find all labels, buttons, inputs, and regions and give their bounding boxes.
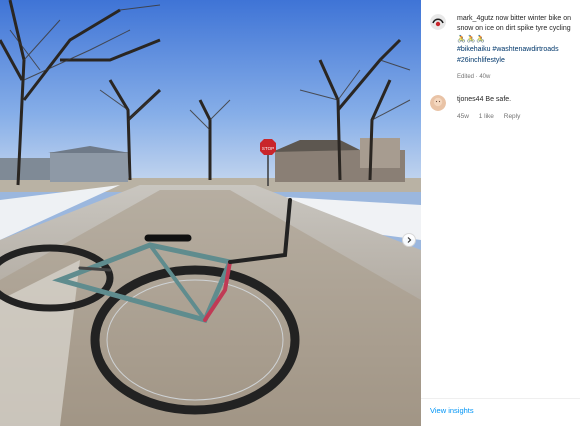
post-photo: STOP — [0, 0, 421, 426]
comment-likes-link[interactable]: 1 like — [479, 113, 494, 120]
comment-text: Be safe. — [485, 96, 512, 103]
caption: mark_4gutz now bitter winter bike on sno… — [430, 14, 578, 82]
caption-emojis: 🚴🚴🚴 — [457, 35, 487, 43]
avatar[interactable] — [430, 14, 446, 30]
view-insights-link[interactable]: View insights — [430, 406, 474, 415]
comment-time: 45w — [457, 113, 469, 121]
post-image: STOP — [0, 0, 421, 426]
caption-meta: Edited · 40w — [457, 74, 491, 81]
caption-username[interactable]: mark_4gutz — [457, 15, 494, 22]
svg-text:STOP: STOP — [262, 146, 274, 151]
hashtag-link[interactable]: #bikehaiku — [457, 46, 490, 53]
hashtag-link[interactable]: #26inchlifestyle — [457, 57, 505, 64]
hashtag-link[interactable]: #washtenawdirtroads — [492, 46, 558, 53]
avatar[interactable] — [430, 95, 446, 111]
user-avatar-icon — [430, 14, 446, 30]
user-avatar-icon — [430, 95, 446, 111]
insights-bar: View insights — [421, 398, 580, 426]
comments-panel: mark_4gutz now bitter winter bike on sno… — [421, 0, 580, 426]
next-photo-button[interactable] — [402, 233, 416, 247]
comment-item: tjones44 Be safe. 45w 1 like Reply — [430, 95, 578, 123]
reply-button[interactable]: Reply — [504, 113, 521, 120]
chevron-right-icon — [407, 237, 412, 243]
comment-username[interactable]: tjones44 — [457, 96, 483, 103]
